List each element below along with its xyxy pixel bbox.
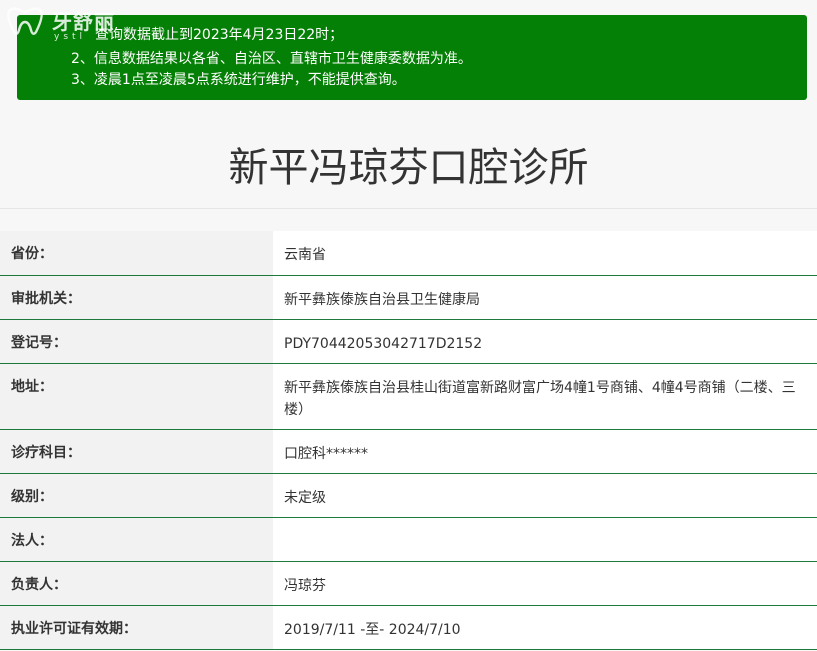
row-label: 审批机关： <box>0 275 273 320</box>
row-label: 级别： <box>0 473 273 518</box>
page-title: 新平冯琼芬口腔诊所 <box>228 145 589 191</box>
table-row-level: 级别： 未定级 <box>0 473 817 518</box>
table-row-registration-number: 登记号： PDY70442053042717D2152 <box>0 319 817 364</box>
row-label: 诊疗科目： <box>0 429 273 474</box>
table-row-person-in-charge: 负责人： 冯琼芬 <box>0 561 817 606</box>
row-label: 法人： <box>0 517 273 562</box>
row-label: 负责人： <box>0 561 273 606</box>
row-label: 执业许可证有效期： <box>0 605 273 650</box>
table-row-license-validity: 执业许可证有效期： 2019/7/11 -至- 2024/7/10 <box>0 605 817 650</box>
label-province: 省份： <box>11 246 53 262</box>
label-departments: 诊疗科目： <box>11 444 81 461</box>
table-row-legal-person: 法人： <box>0 517 817 562</box>
label-registration-number: 登记号： <box>11 334 67 351</box>
table-row-address: 地址： 新平彝族傣族自治县桂山街道富新路财富广场4幢1号商铺、4幢4号商铺（二楼… <box>0 363 817 430</box>
value-level: 未定级 <box>273 473 817 518</box>
value-province: 云南省 <box>273 231 817 276</box>
watermark-text: 牙舒丽 <box>52 10 115 34</box>
label-legal-person: 法人： <box>11 532 53 549</box>
watermark-subtext: ystl <box>54 32 87 42</box>
notice-banner: 查询数据截止到2023年4月23日22时； 2、信息数据结果以各省、自治区、直辖… <box>17 15 807 100</box>
table-row-province: 省份： 云南省 <box>0 231 817 276</box>
watermark-logo: 牙舒丽 ystl <box>4 4 134 48</box>
label-person-in-charge: 负责人： <box>11 576 67 593</box>
value-address: 新平彝族傣族自治县桂山街道富新路财富广场4幢1号商铺、4幢4号商铺（二楼、三楼） <box>273 363 817 430</box>
value-registration-number: PDY70442053042717D2152 <box>273 319 817 364</box>
tooth-logo-icon <box>7 7 43 35</box>
row-label: 登记号： <box>0 319 273 364</box>
row-label: 地址： <box>0 363 273 430</box>
notice-line-3: 3、凌晨1点至凌晨5点系统进行维护，不能提供查询。 <box>71 72 406 88</box>
label-address: 地址： <box>11 378 53 395</box>
row-label: 省份： <box>0 231 273 276</box>
table-row-departments: 诊疗科目： 口腔科****** <box>0 429 817 474</box>
label-approval-authority: 审批机关： <box>11 290 81 307</box>
table-row-approval-authority: 审批机关： 新平彝族傣族自治县卫生健康局 <box>0 275 817 320</box>
title-divider <box>0 208 817 209</box>
clinic-info-table: 省份： 云南省 审批机关： 新平彝族傣族自治县卫生健康局 登记号： PDY704… <box>0 231 817 650</box>
label-level: 级别： <box>11 488 53 505</box>
value-person-in-charge: 冯琼芬 <box>273 561 817 606</box>
value-license-validity: 2019/7/11 -至- 2024/7/10 <box>273 605 817 650</box>
notice-line-2: 2、信息数据结果以各省、自治区、直辖市卫生健康委数据为准。 <box>71 51 472 67</box>
value-departments: 口腔科****** <box>273 429 817 474</box>
value-approval-authority: 新平彝族傣族自治县卫生健康局 <box>273 275 817 320</box>
value-legal-person <box>273 517 817 562</box>
label-license-validity: 执业许可证有效期： <box>11 620 137 637</box>
